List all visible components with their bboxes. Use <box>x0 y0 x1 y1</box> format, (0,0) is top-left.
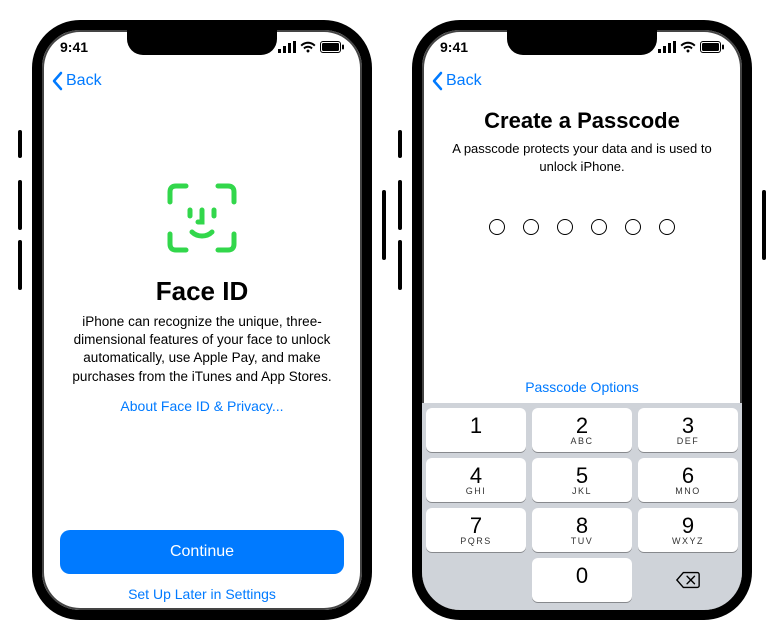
keypad-key-0[interactable]: 0 <box>532 558 632 602</box>
wifi-icon <box>680 41 696 53</box>
passcode-dot <box>489 219 505 235</box>
cellular-icon <box>658 41 676 53</box>
keypad-key-6[interactable]: 6MNO <box>638 458 738 502</box>
keypad-key-9[interactable]: 9WXYZ <box>638 508 738 552</box>
page-description: iPhone can recognize the unique, three-d… <box>42 313 362 386</box>
keypad-key-8[interactable]: 8TUV <box>532 508 632 552</box>
battery-icon <box>320 41 344 53</box>
nav-bar: Back <box>422 64 742 98</box>
privacy-link[interactable]: About Face ID & Privacy... <box>120 398 283 414</box>
keypad-key-4[interactable]: 4GHI <box>426 458 526 502</box>
status-time: 9:41 <box>60 39 88 55</box>
phone-passcode: 9:41 Back Create a Passcode A passcode p… <box>412 20 752 620</box>
phone-faceid: 9:41 Back <box>32 20 372 620</box>
keypad-key-1[interactable]: 1 <box>426 408 526 452</box>
back-button[interactable]: Back <box>50 71 102 91</box>
passcode-dot <box>659 219 675 235</box>
back-label: Back <box>446 72 482 90</box>
continue-button[interactable]: Continue <box>60 530 344 574</box>
passcode-dot <box>625 219 641 235</box>
keypad-key-3[interactable]: 3DEF <box>638 408 738 452</box>
wifi-icon <box>300 41 316 53</box>
keypad-key-5[interactable]: 5JKL <box>532 458 632 502</box>
page-title: Create a Passcode <box>484 108 680 134</box>
page-description: A passcode protects your data and is use… <box>422 140 742 175</box>
status-indicators <box>278 41 344 53</box>
notch <box>127 29 277 55</box>
keypad-key-7[interactable]: 7PQRS <box>426 508 526 552</box>
notch <box>507 29 657 55</box>
nav-bar: Back <box>42 64 362 98</box>
cellular-icon <box>278 41 296 53</box>
status-time: 9:41 <box>440 39 468 55</box>
backspace-icon <box>675 570 701 590</box>
faceid-icon <box>162 178 242 258</box>
chevron-left-icon <box>430 71 444 91</box>
numeric-keypad: 1 2ABC 3DEF 4GHI 5JKL 6MNO 7PQRS 8TUV 9W… <box>422 403 742 610</box>
keypad-key-2[interactable]: 2ABC <box>532 408 632 452</box>
passcode-dot <box>523 219 539 235</box>
back-label: Back <box>66 72 102 90</box>
back-button[interactable]: Back <box>430 71 482 91</box>
passcode-dot <box>591 219 607 235</box>
keypad-blank <box>426 558 526 602</box>
status-indicators <box>658 41 724 53</box>
passcode-dot <box>557 219 573 235</box>
page-title: Face ID <box>156 276 249 307</box>
passcode-dots <box>489 219 675 235</box>
passcode-options-link[interactable]: Passcode Options <box>525 379 639 395</box>
keypad-delete[interactable] <box>638 558 738 602</box>
battery-icon <box>700 41 724 53</box>
chevron-left-icon <box>50 71 64 91</box>
